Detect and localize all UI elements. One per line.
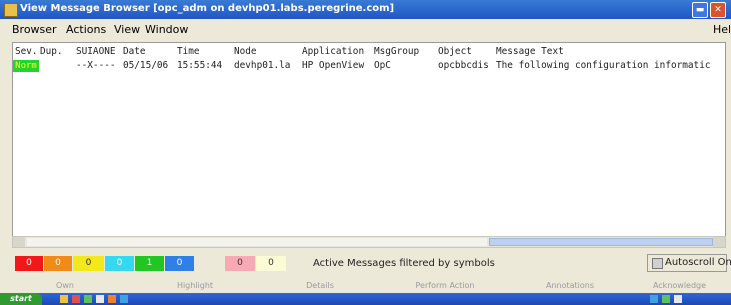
window-title: View Message Browser [opc_adm on devhp01… (20, 3, 395, 14)
quicklaunch-icon[interactable] (72, 295, 80, 303)
column-header-node[interactable]: Node (234, 46, 257, 57)
message-text[interactable]: The following configuration informatic (496, 60, 710, 71)
column-header-suiaone[interactable]: SUIAONE (76, 46, 116, 57)
menu-browser[interactable]: Browser (12, 23, 57, 36)
scroll-left-button[interactable] (13, 237, 25, 247)
message-list[interactable]: Sev. Dup. SUIAONE Date Time Node Applica… (12, 42, 726, 244)
action-bar: Own Highlight Details Perform Action Ann… (0, 279, 731, 293)
perform-action-button[interactable]: Perform Action (385, 279, 505, 293)
counter-warning[interactable]: 0 (105, 256, 134, 271)
menu-help[interactable]: Help (713, 23, 731, 36)
app-icon (4, 3, 18, 17)
counter-other[interactable]: 0 (256, 256, 286, 271)
column-header-dup[interactable]: Dup. (40, 46, 63, 57)
annotations-button[interactable]: Annotations (515, 279, 625, 293)
column-header-time[interactable]: Time (177, 46, 200, 57)
counter-normal[interactable]: 1 (135, 256, 164, 271)
autoscroll-checkbox[interactable] (652, 258, 663, 269)
horizontal-scrollbar[interactable] (12, 236, 726, 248)
details-button[interactable]: Details (270, 279, 370, 293)
message-object[interactable]: opcbbcdis (438, 60, 489, 71)
quicklaunch-icon[interactable] (108, 295, 116, 303)
counter-critical[interactable]: 0 (15, 256, 43, 271)
severity-badge: Norm (13, 60, 39, 72)
message-node[interactable]: devhp01.la (234, 60, 290, 71)
column-header-msggroup[interactable]: MsgGroup (374, 46, 419, 57)
column-header-sev[interactable]: Sev. (15, 46, 38, 57)
quicklaunch-icon[interactable] (120, 295, 128, 303)
counter-unknown[interactable]: 0 (165, 256, 194, 271)
message-date[interactable]: 05/15/06 (123, 60, 168, 71)
acknowledge-button[interactable]: Acknowledge (632, 279, 727, 293)
menu-window[interactable]: Window (145, 23, 188, 36)
close-icon[interactable]: ✕ (710, 2, 726, 18)
tray-icon[interactable] (650, 295, 658, 303)
menu-actions[interactable]: Actions (66, 23, 106, 36)
column-header-message-text[interactable]: Message Text (496, 46, 564, 57)
column-header-object[interactable]: Object (438, 46, 472, 57)
message-flags[interactable]: --X---- (76, 60, 116, 71)
message-application[interactable]: HP OpenView (302, 60, 364, 71)
tray-icon[interactable] (662, 295, 670, 303)
taskbar: start (0, 293, 731, 305)
autoscroll-toggle[interactable]: Autoscroll On (647, 254, 731, 272)
message-time[interactable]: 15:55:44 (177, 60, 222, 71)
tray-icon[interactable] (674, 295, 682, 303)
highlight-button[interactable]: Highlight (140, 279, 250, 293)
start-button[interactable]: start (0, 293, 42, 305)
counter-minor[interactable]: 0 (73, 256, 104, 271)
column-header-application[interactable]: Application (302, 46, 364, 57)
scroll-right-button[interactable] (713, 237, 725, 247)
autoscroll-label: Autoscroll On (665, 257, 731, 268)
scroll-track[interactable] (27, 238, 487, 246)
window-title-bar[interactable]: View Message Browser [opc_adm on devhp01… (0, 0, 731, 19)
menu-view[interactable]: View (114, 23, 140, 36)
message-msggroup[interactable]: OpC (374, 60, 391, 71)
quicklaunch-icon[interactable] (84, 295, 92, 303)
minimize-icon[interactable]: ▬ (692, 2, 708, 18)
column-header-date[interactable]: Date (123, 46, 146, 57)
menu-bar: Browser Actions View Window Help (0, 19, 731, 39)
counter-pending[interactable]: 0 (225, 256, 255, 271)
quicklaunch-icon[interactable] (96, 295, 104, 303)
scroll-thumb[interactable] (489, 238, 713, 246)
filter-status: Active Messages filtered by symbols (313, 258, 495, 269)
quicklaunch-icon[interactable] (60, 295, 68, 303)
own-button[interactable]: Own (20, 279, 110, 293)
counter-major[interactable]: 0 (44, 256, 72, 271)
